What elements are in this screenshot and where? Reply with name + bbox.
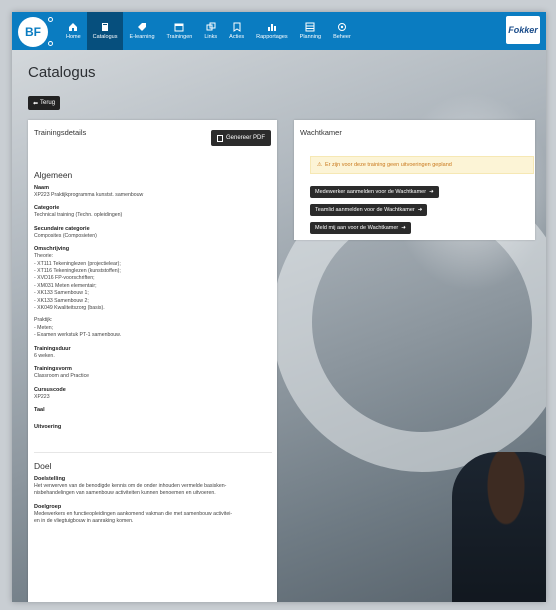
description-line: Praktijk: xyxy=(34,317,53,324)
bookmark-icon xyxy=(233,22,241,32)
dot-icon xyxy=(48,17,53,22)
nav-item-acties[interactable]: Acties xyxy=(223,12,250,50)
training-details-panel: Trainingsdetails Genereer PDF Algemeen N… xyxy=(28,120,277,602)
button-label: Medewerker aanmelden voor de Wachtkamer xyxy=(315,189,427,195)
back-button[interactable]: ⬅ Terug xyxy=(28,96,61,110)
nav-item-catalogus[interactable]: Catalogus xyxy=(86,12,124,50)
nav-label: Rapportages xyxy=(256,34,288,40)
panel-title: Trainingsdetails xyxy=(34,128,87,137)
field-label: Naam xyxy=(34,185,49,191)
warning-alert: ⚠ Er zijn voor deze training geen uitvoe… xyxy=(310,156,534,174)
arrow-left-icon: ⬅ xyxy=(33,100,39,107)
grid-icon xyxy=(305,22,315,32)
description-line: - XK133 Samenbouw 2; xyxy=(34,297,89,304)
field-label: Cursuscode xyxy=(34,386,66,393)
field-value: Medewerkers en functieopleidingen aankom… xyxy=(34,511,272,526)
user-avatar[interactable]: BF xyxy=(18,17,48,47)
nav-item-e-learning[interactable]: E-learning xyxy=(123,12,160,50)
warning-icon: ⚠ xyxy=(317,162,322,168)
nav-item-home[interactable]: Home xyxy=(60,12,87,50)
teamlid-aanmelden-button[interactable]: Teamlid aanmelden voor de Wachtkamer ➜ xyxy=(310,204,428,216)
dot-icon xyxy=(48,41,53,46)
text-line: Medewerkers en functieopleidingen aankom… xyxy=(34,510,233,517)
field-label: Trainingsvorm xyxy=(34,366,72,373)
description-text: Theorie: - XT111 Tekeninglezen (projecti… xyxy=(34,253,272,339)
nav-label: Acties xyxy=(229,34,245,40)
description-line: - Examen werkstuk PT-1 samenbouw. xyxy=(34,332,122,339)
description-line: - XK049 Kwaliteitszorg (basis). xyxy=(34,305,105,312)
button-label: Meld mij aan voor de Wachtkamer xyxy=(315,225,399,231)
wachtkamer-panel: Wachtkamer ⚠ Er zijn voor deze training … xyxy=(294,120,535,240)
arrow-right-icon: ➜ xyxy=(417,207,423,213)
document-icon xyxy=(216,134,223,142)
brand-logo-text: Fokker xyxy=(508,25,538,35)
settings-icon xyxy=(337,23,346,31)
nav-item-rapportages[interactable]: Rapportages xyxy=(250,12,294,50)
pdf-button-label: Genereer PDF xyxy=(225,135,265,141)
tag-icon xyxy=(137,23,146,31)
nav-item-planning[interactable]: Planning xyxy=(294,12,327,50)
nav-label: Beheer xyxy=(333,34,351,40)
panel-title: Wachtkamer xyxy=(300,128,342,137)
avatar-initials: BF xyxy=(25,25,41,39)
generate-pdf-button[interactable]: Genereer PDF xyxy=(210,130,271,146)
nav-label: Links xyxy=(204,34,218,40)
text-line: Het verwerven van de benodigde kennis om… xyxy=(34,482,227,489)
arrow-right-icon: ➜ xyxy=(401,225,406,231)
description-line: Theorie: xyxy=(34,253,54,260)
button-label: Teamlid aanmelden voor de Wachtkamer xyxy=(315,207,415,213)
description-line: - XM031 Meten elementair; xyxy=(34,282,97,289)
text-line: en in de vliegtuigbouw in aanraking kome… xyxy=(34,518,134,525)
nav-label: Trainingen xyxy=(166,34,193,40)
background-person xyxy=(452,452,546,602)
wachtkamer-content: ⚠ Er zijn voor deze training geen uitvoe… xyxy=(310,156,534,234)
section-heading: Doel xyxy=(34,460,52,471)
field-label: Secundaire categorie xyxy=(34,225,90,232)
field-value: 6 weken. xyxy=(34,352,55,359)
top-navbar: BF Home Catalogus E-learning Trainingen xyxy=(12,12,546,50)
field-label: Uitvoering xyxy=(34,423,62,430)
description-line: - XK133 Samenbouw 1; xyxy=(34,290,89,297)
field-label: Doelstelling xyxy=(34,475,66,482)
nav-item-links[interactable]: Links xyxy=(198,12,223,50)
description-line: - XT111 Tekeninglezen (projectielear); xyxy=(34,260,121,267)
field-value: XP223 xyxy=(34,393,50,400)
nav-item-beheer[interactable]: Beheer xyxy=(327,12,357,50)
details-content: Algemeen Naam XP223 Praktijkprogramma ku… xyxy=(34,170,272,526)
field-value: Classroom and Practice xyxy=(34,373,90,380)
section-heading: Algemeen xyxy=(34,170,73,180)
field-label: Doelgroep xyxy=(34,503,62,510)
home-icon xyxy=(69,23,78,31)
app-window: BF Home Catalogus E-learning Trainingen xyxy=(12,12,546,602)
meld-mij-aan-button[interactable]: Meld mij aan voor de Wachtkamer ➜ xyxy=(310,222,411,234)
book-icon xyxy=(102,23,109,31)
field-value: Technical training (Techn. opleidingen) xyxy=(34,212,123,219)
back-button-label: Terug xyxy=(40,100,56,106)
calendar-icon xyxy=(174,23,184,32)
field-label: Categorie xyxy=(34,205,60,212)
nav-label: E-learning xyxy=(129,34,155,40)
alert-text: Er zijn voor deze training geen uitvoeri… xyxy=(324,162,452,168)
description-line: - XVD16 FP-voorschriften; xyxy=(34,275,95,282)
description-line: - XT116 Tekeninglezen (kunststoffen); xyxy=(34,268,121,275)
text-line: nisbehandelingen van samenbouw activitei… xyxy=(34,490,216,497)
section-divider xyxy=(34,451,272,453)
field-label: Omschrijving xyxy=(34,246,70,253)
nav-item-trainingen[interactable]: Trainingen xyxy=(161,12,199,50)
nav-label: Planning xyxy=(299,34,322,40)
brand-logo[interactable]: Fokker xyxy=(506,16,540,44)
link-icon xyxy=(206,22,216,31)
field-value: Composites (Composieten) xyxy=(34,232,97,239)
chart-icon xyxy=(267,24,276,31)
page-title: Catalogus xyxy=(28,64,96,81)
arrow-right-icon: ➜ xyxy=(429,189,434,195)
nav-label: Home xyxy=(66,34,81,40)
main-menu: Home Catalogus E-learning Trainingen Lin… xyxy=(60,12,357,50)
medewerker-aanmelden-button[interactable]: Medewerker aanmelden voor de Wachtkamer ➜ xyxy=(310,186,439,198)
field-value: XP223 Praktijkprogramma kunstst. samenbo… xyxy=(34,192,144,198)
nav-label: Catalogus xyxy=(92,34,118,40)
field-value: Het verwerven van de benodigde kennis om… xyxy=(34,483,272,498)
description-line: - Meten; xyxy=(34,324,54,331)
field-label: Trainingsduur xyxy=(34,345,71,352)
